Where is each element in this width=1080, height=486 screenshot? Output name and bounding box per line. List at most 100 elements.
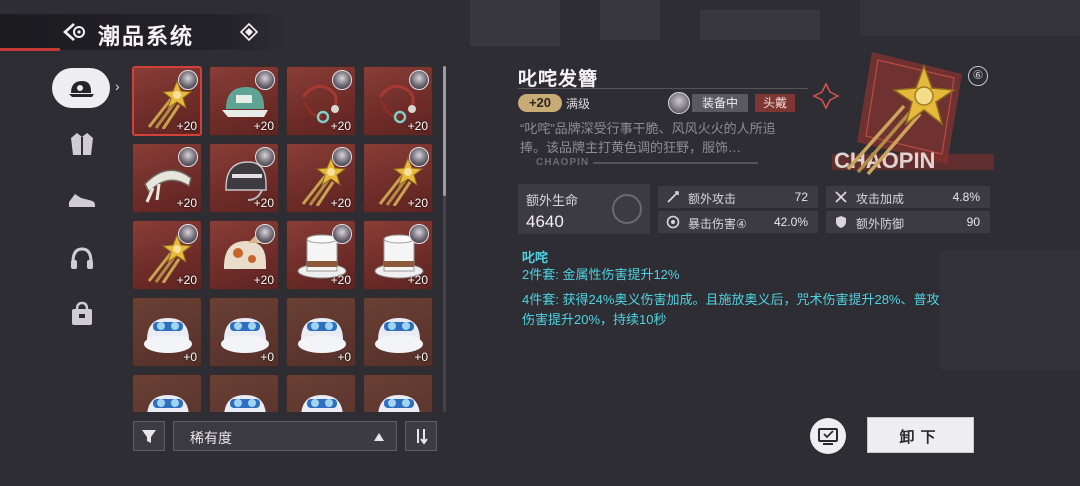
- owner-avatar: [332, 147, 352, 167]
- set-bonus-2: 2件套: 金属性伤害提升12%: [522, 267, 680, 282]
- owner-avatar: [332, 70, 352, 90]
- filter-icon: [142, 430, 156, 443]
- main-stat-label: 额外生命: [526, 193, 579, 208]
- item-level: +20: [330, 119, 351, 133]
- item-level: +20: [176, 273, 197, 287]
- item-level: +20: [407, 119, 428, 133]
- header-bar: 潮品系统: [0, 14, 285, 51]
- stat-label: 攻击加成: [856, 192, 905, 206]
- item-slot[interactable]: [209, 374, 279, 412]
- equipped-status-tag: 装备中: [692, 94, 748, 112]
- item-name: 叱咤发簪: [518, 69, 599, 90]
- main-stat-value: 4640: [526, 212, 564, 231]
- set-title: 叱咤: [522, 250, 549, 265]
- headphones-icon: [71, 247, 93, 269]
- unequip-button[interactable]: 卸下: [867, 417, 974, 453]
- cap-icon: [69, 81, 94, 97]
- crit-icon: [666, 215, 680, 229]
- item-slot[interactable]: +0: [209, 297, 279, 367]
- item-slot[interactable]: +20: [363, 66, 433, 136]
- furhat-icon: [301, 395, 343, 412]
- owner-avatar: [409, 70, 429, 90]
- item-level: +20: [407, 273, 428, 287]
- furhat-icon: [147, 395, 189, 412]
- bag-icon: [72, 301, 92, 325]
- slot-type-tag: 头戴: [755, 94, 795, 112]
- caret-up-icon: [374, 433, 384, 441]
- stat-row: 攻击加成 4.8%: [826, 186, 990, 208]
- owner-avatar: [255, 224, 275, 244]
- stat-value: 72: [794, 190, 808, 204]
- item-slot[interactable]: [286, 374, 356, 412]
- item-level: +20: [253, 196, 274, 210]
- item-slot[interactable]: +20: [286, 220, 356, 290]
- brand-small-label: CHAOPIN: [532, 157, 594, 168]
- furhat-icon: [378, 395, 420, 412]
- item-slot[interactable]: [363, 374, 433, 412]
- grid-scrollbar-thumb[interactable]: [443, 66, 446, 196]
- stat-row: 额外防御 90: [826, 211, 990, 233]
- item-level-badge: +20: [518, 94, 562, 112]
- item-slot[interactable]: +20: [286, 66, 356, 136]
- stat-value: 4.8%: [952, 190, 980, 204]
- item-slot[interactable]: +0: [363, 297, 433, 367]
- sort-order-button[interactable]: [405, 421, 437, 451]
- item-level: +20: [253, 119, 274, 133]
- item-slot[interactable]: +20: [209, 220, 279, 290]
- item-slot[interactable]: +0: [286, 297, 356, 367]
- item-slot[interactable]: [132, 374, 202, 412]
- divider: [518, 88, 808, 89]
- shoes-icon: [69, 194, 95, 209]
- owner-avatar: [255, 70, 275, 90]
- info-icon[interactable]: ⑥: [968, 66, 988, 86]
- owner-avatar: [409, 224, 429, 244]
- heart-shield-icon: [612, 194, 642, 224]
- item-slot[interactable]: +20: [209, 66, 279, 136]
- shield-icon: [836, 216, 846, 228]
- category-tab-bag[interactable]: [58, 294, 106, 334]
- owner-avatar: [409, 147, 429, 167]
- owner-avatar: [178, 147, 198, 167]
- item-slot[interactable]: +20: [363, 143, 433, 213]
- item-slot[interactable]: +20: [132, 220, 202, 290]
- brand-strip: CHAOPIN: [518, 157, 800, 169]
- item-slot[interactable]: +20: [363, 220, 433, 290]
- sort-dropdown[interactable]: 稀有度: [173, 421, 397, 451]
- filter-button[interactable]: [133, 421, 165, 451]
- stat-value: 90: [966, 215, 980, 229]
- sort-order-icon: [417, 429, 428, 445]
- set-bonus-4: 4件套: 获得24%奥义伤害加成。且施放奥义后，咒术伤害提升28%、普攻: [522, 292, 940, 307]
- help-diamond-icon[interactable]: [240, 23, 258, 41]
- stat-row: 暴击伤害④ 42.0%: [658, 211, 818, 233]
- chevron-right-icon: ›: [115, 78, 120, 94]
- owner-avatar: [178, 224, 198, 244]
- back-icon[interactable]: [62, 22, 88, 42]
- compare-button[interactable]: [810, 418, 846, 454]
- category-tab-shoes[interactable]: [58, 180, 106, 220]
- category-tab-headphones[interactable]: [58, 238, 106, 278]
- item-grid: +20 +20 +20 +20 +20 +20 +20 +20 +20 +20 +20 +20 +0 +0…: [132, 66, 437, 412]
- max-level-label: 满级: [566, 97, 591, 111]
- item-level: +0: [414, 350, 428, 364]
- category-tab-cap[interactable]: [52, 68, 110, 108]
- stat-label: 额外防御: [856, 217, 905, 231]
- page-title: 潮品系统: [98, 24, 195, 49]
- owner-avatar: [332, 224, 352, 244]
- item-slot[interactable]: +0: [132, 297, 202, 367]
- item-level: +20: [176, 196, 197, 210]
- item-slot[interactable]: +20: [132, 143, 202, 213]
- main-stat: 额外生命 4640: [518, 184, 650, 234]
- category-tab-jacket[interactable]: [58, 124, 106, 164]
- item-level: +20: [407, 196, 428, 210]
- stat-label: 额外攻击: [688, 192, 737, 206]
- owner-avatar: [255, 147, 275, 167]
- item-slot[interactable]: +20: [132, 66, 202, 136]
- item-slot[interactable]: +20: [209, 143, 279, 213]
- item-level: +20: [330, 196, 351, 210]
- unequip-button-label: 卸下: [899, 429, 942, 446]
- owner-avatar: [178, 70, 198, 90]
- set-bonus-4-cont: 伤害提升20%，持续10秒: [522, 312, 667, 327]
- device-icon: [818, 428, 838, 445]
- item-slot[interactable]: +20: [286, 143, 356, 213]
- item-level: +0: [183, 350, 197, 364]
